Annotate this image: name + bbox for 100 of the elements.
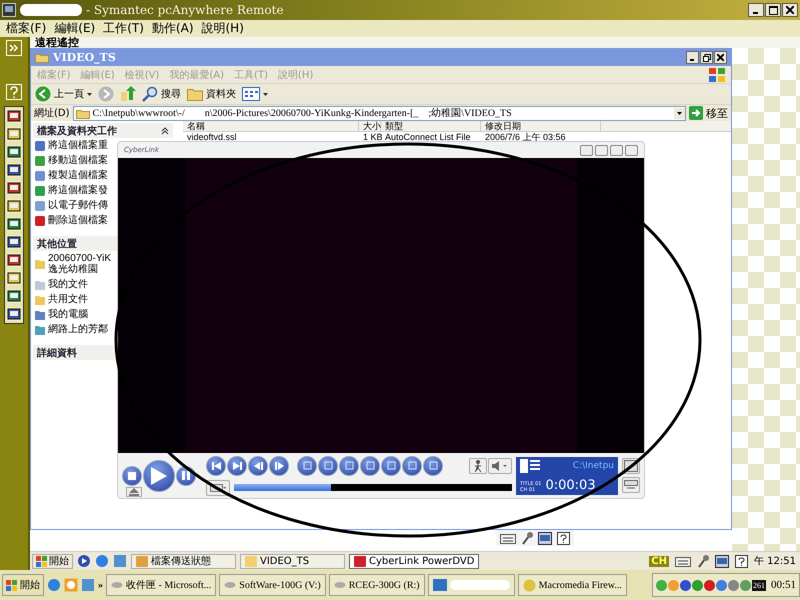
column-header[interactable]: 修改日期 [481, 121, 601, 131]
toolbar-icon[interactable] [7, 235, 21, 249]
up-folder-button[interactable] [120, 86, 136, 102]
figure-button[interactable] [469, 458, 487, 474]
stop-button[interactable] [122, 466, 142, 486]
toolbar-icon[interactable] [7, 109, 21, 123]
round-button[interactable] [423, 456, 443, 476]
progress-track[interactable] [234, 484, 512, 491]
round-button[interactable] [360, 456, 380, 476]
panel-header[interactable]: 其他位置 [33, 236, 119, 251]
task-link[interactable]: 將這個檔案重 [33, 138, 119, 153]
previous-button[interactable] [206, 456, 226, 476]
toolbar-icon[interactable] [7, 127, 21, 141]
column-header[interactable]: 類型 [381, 121, 481, 131]
help-icon[interactable] [557, 532, 570, 544]
round-button[interactable] [339, 456, 359, 476]
panel-header[interactable]: 檔案及資料夾工作 [33, 123, 173, 138]
round-button[interactable] [318, 456, 338, 476]
collapse-icon[interactable] [161, 126, 169, 134]
taskbar-button[interactable]: CyberLink PowerDVD [349, 554, 480, 568]
close-button[interactable] [782, 3, 798, 17]
column-header[interactable]: 大小 [359, 121, 381, 131]
window-control-icon[interactable] [610, 144, 623, 156]
media-player-icon[interactable] [77, 554, 91, 568]
round-button[interactable] [402, 456, 422, 476]
expand-panel-button[interactable] [622, 477, 640, 493]
toolbar-icon[interactable] [7, 217, 21, 231]
place-link[interactable]: 網路上的芳鄰 [33, 322, 119, 337]
task-link[interactable]: 刪除這個檔案 [33, 213, 119, 228]
minimize-button[interactable] [686, 51, 699, 64]
tray-icon[interactable] [728, 580, 739, 590]
tray-icon[interactable] [692, 580, 703, 590]
tray-icon[interactable] [740, 580, 751, 590]
expand-icon[interactable] [6, 40, 22, 56]
toolbar-icon[interactable] [7, 163, 21, 177]
column-header[interactable]: 名稱 [183, 121, 359, 131]
toolbar-icon[interactable] [7, 289, 21, 303]
eject-button[interactable] [126, 486, 142, 496]
task-link[interactable]: 移動這個檔案 [33, 153, 119, 168]
restore-button[interactable] [700, 51, 713, 64]
toolbar-icon[interactable] [7, 307, 21, 321]
place-link[interactable]: 我的文件 [33, 277, 119, 292]
task-link[interactable]: 以電子郵件傳 [33, 198, 119, 213]
window-control-icon[interactable] [580, 144, 593, 156]
tray-icon[interactable] [704, 580, 715, 590]
ime-indicator[interactable]: CH [649, 556, 669, 566]
place-link[interactable]: 我的電腦 [33, 307, 119, 322]
place-link[interactable]: 20060700-YiK 逸光幼稚園 [33, 251, 119, 277]
next-button[interactable] [227, 456, 247, 476]
tray-badge[interactable]: 261 [752, 580, 766, 590]
screen-icon[interactable] [715, 554, 729, 568]
window-control-icon[interactable] [625, 144, 638, 156]
task-link[interactable]: 複製這個檔案 [33, 168, 119, 183]
microphone-icon[interactable] [697, 554, 709, 568]
views-button[interactable] [242, 87, 268, 101]
tray-icon[interactable] [716, 580, 727, 590]
start-button[interactable]: 開始 [2, 574, 44, 596]
round-button[interactable] [381, 456, 401, 476]
start-button[interactable]: 開始 [32, 554, 73, 568]
close-button[interactable] [714, 51, 727, 64]
toolbar-icon[interactable] [7, 145, 21, 159]
forward-button[interactable] [269, 456, 289, 476]
keyboard-icon[interactable] [500, 532, 516, 544]
desktop-icon[interactable] [113, 554, 127, 568]
search-button[interactable]: 搜尋 [142, 86, 181, 102]
more-button[interactable]: » [98, 580, 103, 590]
folders-button[interactable]: 資料夾 [187, 87, 236, 101]
toolbar-icon[interactable] [7, 199, 21, 213]
taskbar-button[interactable]: SoftWare-100G (V:) [219, 574, 326, 596]
task-link[interactable]: 將這個檔案發 [33, 183, 119, 198]
menu-item[interactable]: 說明(H) [202, 20, 244, 37]
toolbar-icon[interactable] [7, 271, 21, 285]
menu-item[interactable]: 動作(A) [152, 20, 194, 37]
menu-item[interactable]: 工作(T) [103, 20, 144, 37]
panel-header[interactable]: 詳細資料 [33, 345, 119, 360]
menu-item[interactable]: 檔案(F) [6, 20, 46, 37]
taskbar-button[interactable] [428, 574, 515, 596]
tray-icon[interactable] [680, 580, 691, 590]
rewind-button[interactable] [248, 456, 268, 476]
taskbar-button[interactable]: 收件匣 - Microsoft... [106, 574, 216, 596]
screen-icon[interactable] [538, 532, 552, 544]
menu-item[interactable]: 編輯(E) [54, 20, 96, 37]
globe-icon[interactable] [95, 554, 109, 568]
place-link[interactable]: 共用文件 [33, 292, 119, 307]
address-field[interactable]: C:\Inetpub\wwwroot\-/ n\2006-Pictures\20060700-YiKunkg-Kindergarten-[_ ;幼稚園\VIDEO_TS [72, 106, 686, 120]
taskbar-button[interactable]: RCEG-300G (R:) [328, 574, 425, 596]
taskbar-button[interactable]: Macromedia Firew... [518, 574, 627, 596]
play-button[interactable] [143, 460, 175, 492]
menu-button[interactable] [297, 456, 317, 476]
window-control-icon[interactable] [595, 144, 608, 156]
taskbar-button[interactable]: VIDEO_TS [240, 554, 345, 568]
keyboard-icon[interactable] [675, 555, 691, 567]
globe-icon[interactable] [47, 578, 61, 592]
microphone-icon[interactable] [521, 531, 533, 545]
toolbar-icon[interactable] [7, 181, 21, 195]
toolbar-icon[interactable] [7, 253, 21, 267]
desktop-icon[interactable] [81, 578, 95, 592]
taskbar-button[interactable]: 檔案傳送狀態 [131, 554, 236, 568]
dropdown-icon[interactable] [674, 108, 685, 118]
volume-button[interactable] [488, 458, 512, 474]
